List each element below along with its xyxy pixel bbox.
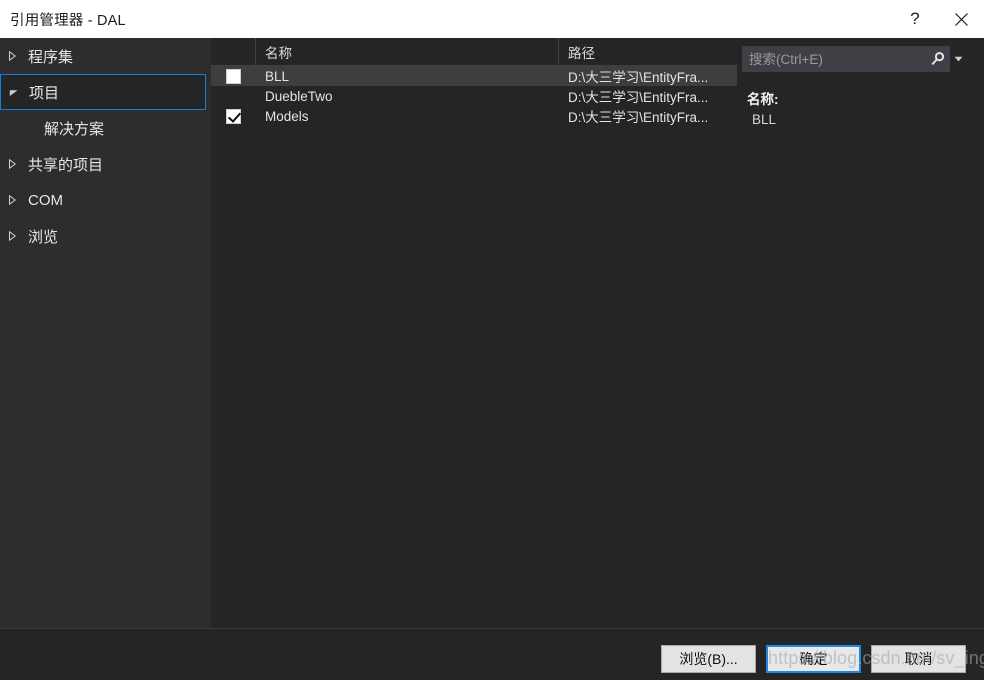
sidebar-item-label: 程序集 xyxy=(28,48,74,66)
row-path: D:\大三学习\EntityFra... xyxy=(568,90,709,105)
dialog-button-row: 浏览(B)... 确定 取消 xyxy=(661,645,966,673)
column-header-path[interactable]: 路径 xyxy=(559,38,737,66)
ok-button-label: 确定 xyxy=(799,651,828,667)
column-header-name[interactable]: 名称 xyxy=(256,37,559,66)
sidebar-item-label: 浏览 xyxy=(28,228,59,246)
list-header: 名称 路径 xyxy=(211,37,737,66)
search-bar xyxy=(737,38,984,80)
column-header-checkbox[interactable] xyxy=(211,37,256,66)
row-name: BLL xyxy=(265,68,290,84)
help-glyph: ? xyxy=(910,9,920,28)
reference-list-panel: 名称 路径 BLL D:\大三学习\EntityFra... DuebleTwo… xyxy=(211,37,737,628)
sidebar-item-label: 解决方案 xyxy=(44,120,105,138)
chevron-right-icon xyxy=(8,182,26,218)
search-input[interactable] xyxy=(742,51,926,67)
cancel-button-label: 取消 xyxy=(904,651,933,667)
sidebar-item-label: 项目 xyxy=(29,84,60,102)
dialog-footer: 浏览(B)... 确定 取消 xyxy=(0,628,984,680)
close-icon[interactable] xyxy=(938,0,984,38)
sidebar-item-com[interactable]: COM xyxy=(0,182,211,218)
category-sidebar: 程序集 项目 解决方案 共享的项目 COM 浏览 xyxy=(0,38,211,628)
help-icon[interactable]: ? xyxy=(892,0,938,38)
list-rows: BLL D:\大三学习\EntityFra... DuebleTwo D:\大三… xyxy=(211,66,737,126)
chevron-right-icon xyxy=(8,146,26,182)
search-box[interactable] xyxy=(742,46,950,72)
details-name-value: BLL xyxy=(752,112,777,127)
sidebar-item-assemblies[interactable]: 程序集 xyxy=(0,38,211,74)
cancel-button[interactable]: 取消 xyxy=(871,645,966,673)
table-row[interactable]: BLL D:\大三学习\EntityFra... xyxy=(211,66,737,86)
chevron-down-icon xyxy=(9,74,27,110)
table-row[interactable]: Models D:\大三学习\EntityFra... xyxy=(211,106,737,126)
sidebar-item-projects[interactable]: 项目 xyxy=(0,74,206,110)
browse-button-label: 浏览(B)... xyxy=(679,651,738,667)
sidebar-item-label: 共享的项目 xyxy=(28,156,104,174)
row-name: Models xyxy=(265,108,309,124)
row-checkbox[interactable] xyxy=(226,68,241,84)
row-checkbox-cell[interactable] xyxy=(211,66,256,86)
chevron-right-icon xyxy=(8,218,26,254)
row-checkbox[interactable] xyxy=(226,108,241,124)
sidebar-item-shared-projects[interactable]: 共享的项目 xyxy=(0,146,211,182)
sidebar-item-solution[interactable]: 解决方案 xyxy=(0,110,211,146)
row-checkbox-cell[interactable] xyxy=(211,106,256,126)
search-icon[interactable] xyxy=(926,46,950,72)
reference-manager-dialog: 引用管理器 - DAL ? 程序集 项目 解决方案 共享的项目 COM 浏览 名… xyxy=(0,0,984,680)
title-bar: 引用管理器 - DAL ? xyxy=(0,0,984,38)
sidebar-item-label: COM xyxy=(28,191,63,209)
chevron-down-icon[interactable] xyxy=(950,46,967,72)
details-panel: 名称: BLL xyxy=(737,80,984,628)
row-path: D:\大三学习\EntityFra... xyxy=(568,110,709,125)
chevron-right-icon xyxy=(8,38,26,74)
row-checkbox-cell[interactable] xyxy=(211,86,256,106)
ok-button[interactable]: 确定 xyxy=(766,645,861,673)
window-title: 引用管理器 - DAL xyxy=(10,12,126,29)
sidebar-item-browse[interactable]: 浏览 xyxy=(0,218,211,254)
details-name-label: 名称: xyxy=(747,92,779,107)
browse-button[interactable]: 浏览(B)... xyxy=(661,645,756,673)
table-row[interactable]: DuebleTwo D:\大三学习\EntityFra... xyxy=(211,86,737,106)
row-path: D:\大三学习\EntityFra... xyxy=(568,70,709,85)
row-name: DuebleTwo xyxy=(265,88,333,104)
